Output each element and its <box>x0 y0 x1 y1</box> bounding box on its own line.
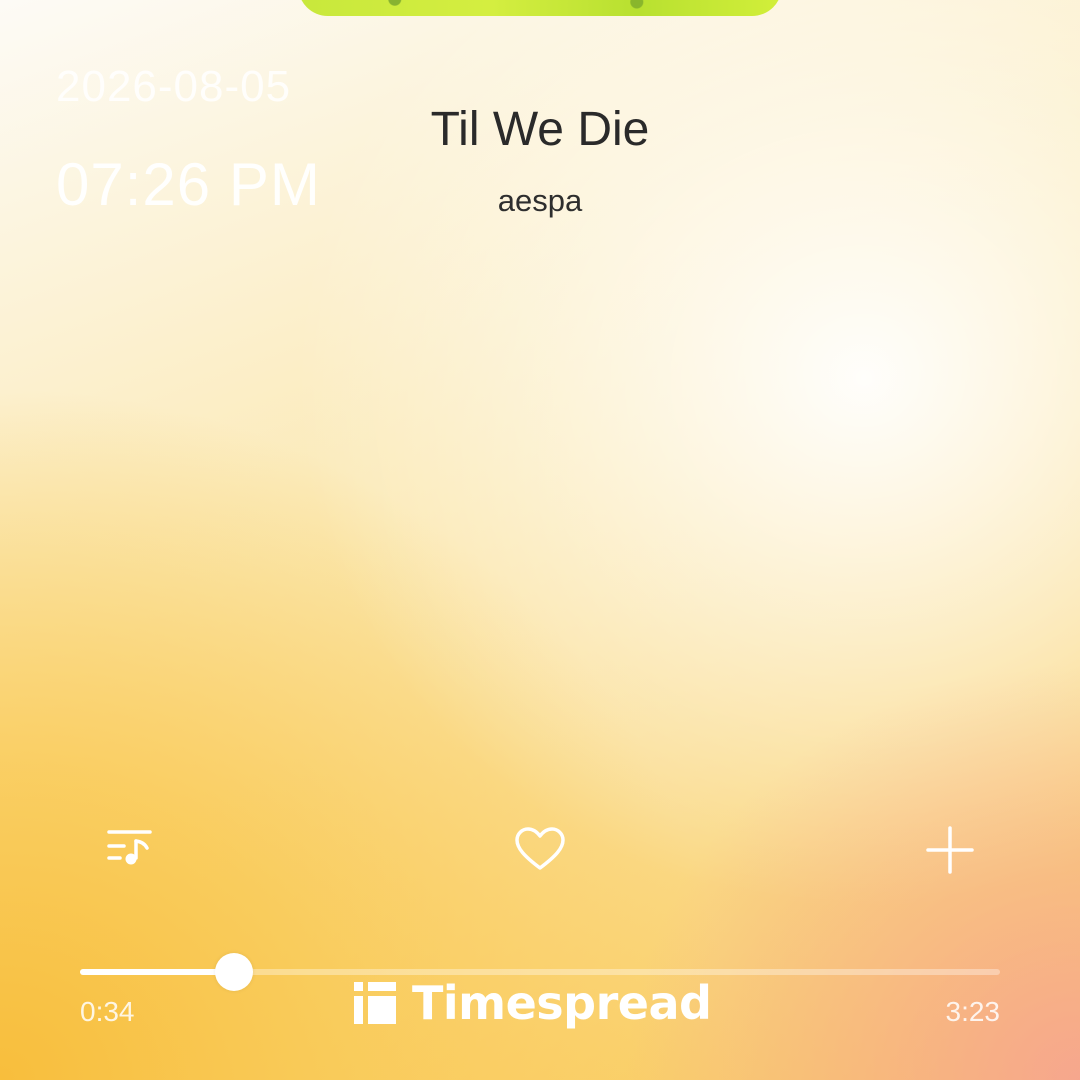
plus-icon <box>926 826 974 874</box>
add-button[interactable] <box>920 820 980 880</box>
progress-thumb[interactable] <box>215 953 254 991</box>
playlist-button[interactable] <box>100 820 160 880</box>
progress-fill <box>80 969 235 975</box>
playlist-music-icon <box>107 830 152 865</box>
heart-outline-icon <box>515 827 565 870</box>
elapsed-time: 0:34 <box>80 996 135 1027</box>
total-time: 3:23 <box>945 996 1001 1027</box>
watermark-text: Timespread <box>412 976 712 1030</box>
favorite-button[interactable] <box>510 820 570 880</box>
album-art[interactable] <box>298 0 782 16</box>
watermark: Timespread <box>354 976 712 1030</box>
timespread-logo-icon <box>354 982 396 1024</box>
track-artist[interactable]: aespa <box>0 183 1080 219</box>
track-title: Til We Die <box>430 103 650 156</box>
